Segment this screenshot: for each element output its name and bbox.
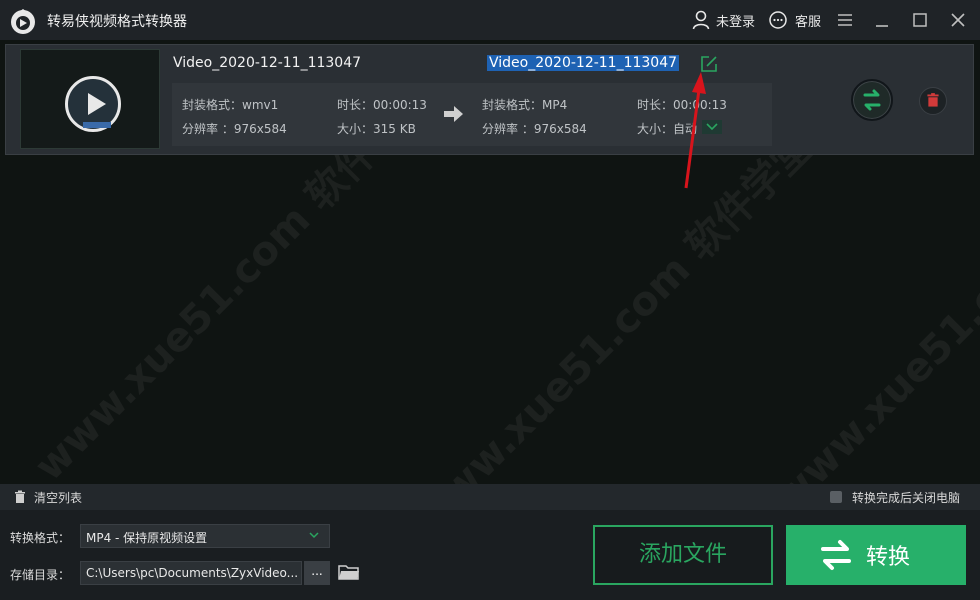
- trash-icon: [927, 93, 939, 107]
- minimize-icon[interactable]: [872, 10, 892, 30]
- delete-item-button[interactable]: [919, 87, 947, 115]
- add-file-button[interactable]: 添加文件: [593, 525, 773, 585]
- format-label: 转换格式：: [10, 531, 71, 545]
- folder-icon[interactable]: [338, 563, 360, 581]
- thumbnail-bar: [83, 122, 111, 128]
- list-toolbar: 清空列表 转换完成后关闭电脑: [0, 484, 980, 510]
- bottom-panel: 转换格式： MP4 - 保持原视频设置 存储目录： C:\Users\pc\Do…: [0, 510, 980, 600]
- convert-label: 转换: [866, 545, 911, 570]
- trash-icon[interactable]: [13, 490, 27, 504]
- login-link[interactable]: 未登录: [716, 11, 755, 30]
- app-window: www.xue51.com 软件学堂 www.xue51.com 软件学堂 ww…: [0, 0, 980, 600]
- target-container: 封装格式：MP4: [482, 98, 568, 112]
- shutdown-label[interactable]: 转换完成后关闭电脑: [852, 489, 960, 506]
- menu-icon[interactable]: [835, 10, 855, 30]
- source-size: 大小：315 KB: [337, 122, 416, 136]
- source-resolution: 分辨率 ：976x584: [182, 122, 287, 136]
- convert-icon: [863, 89, 881, 111]
- format-value: MP4 - 保持原视频设置: [86, 531, 208, 545]
- target-file-name[interactable]: Video_2020-12-11_113047: [487, 55, 680, 71]
- format-select[interactable]: MP4 - 保持原视频设置: [80, 524, 330, 548]
- file-item: Video_2020-12-11_113047 Video_2020-12-11…: [5, 44, 974, 155]
- convert-item-button[interactable]: [851, 79, 893, 121]
- user-icon[interactable]: [692, 10, 710, 30]
- shutdown-checkbox[interactable]: [830, 491, 842, 503]
- close-icon[interactable]: [948, 10, 968, 30]
- app-logo-icon: [11, 9, 35, 34]
- app-title: 转易侠视频格式转换器: [47, 14, 187, 30]
- clear-list-button[interactable]: 清空列表: [34, 489, 82, 506]
- annotation-arrow: [684, 72, 706, 189]
- chevron-down-icon: [309, 532, 319, 539]
- output-dir-field[interactable]: C:\Users\pc\Documents\ZyxVideo...: [80, 561, 302, 585]
- watermark: www.xue51.com 软件学堂: [406, 123, 823, 540]
- source-container: 封装格式：wmv1: [182, 98, 279, 112]
- target-resolution: 分辨率 ：976x584: [482, 122, 587, 136]
- maximize-icon[interactable]: [910, 10, 930, 30]
- source-duration: 时长：00:00:13: [337, 98, 427, 112]
- output-dir-label: 存储目录：: [10, 568, 71, 582]
- arrow-right-icon: [444, 106, 463, 122]
- customer-service-link[interactable]: 客服: [795, 11, 821, 30]
- source-file-name: Video_2020-12-11_113047: [173, 55, 362, 71]
- output-dir-value: C:\Users\pc\Documents\ZyxVideo...: [86, 566, 298, 580]
- chat-icon[interactable]: [768, 10, 788, 30]
- convert-icon: [821, 540, 851, 570]
- browse-button[interactable]: ...: [304, 561, 330, 585]
- convert-button[interactable]: 转换: [786, 525, 966, 585]
- title-bar: 转易侠视频格式转换器 未登录 客服: [0, 0, 980, 40]
- watermark: www.xue51.com 软件学堂: [766, 104, 980, 520]
- video-thumbnail[interactable]: [20, 49, 160, 149]
